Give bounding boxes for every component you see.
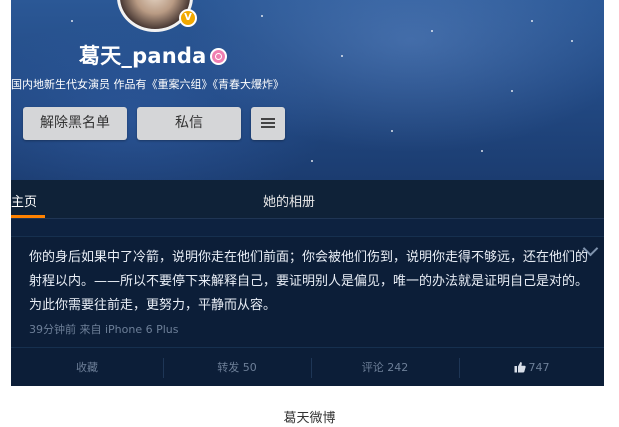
like-count: 747 bbox=[528, 361, 550, 374]
profile-tabs: 主页 她的相册 bbox=[11, 180, 604, 219]
female-icon bbox=[210, 48, 227, 65]
hamburger-menu-icon bbox=[261, 118, 275, 129]
profile-bio: 国内地新生代女演员 作品有《重案六组》《青春大爆炸》 bbox=[11, 78, 284, 91]
message-button[interactable]: 私信 bbox=[137, 107, 241, 140]
weibo-post: 你的身后如果中了冷箭，说明你走在他们前面；你会被他们伤到，说明你走得不够远，还在… bbox=[11, 236, 604, 386]
favorite-button[interactable]: 收藏 bbox=[11, 348, 163, 386]
weibo-screenshot: V 葛天_panda 国内地新生代女演员 作品有《重案六组》《青春大爆炸》 解除… bbox=[11, 0, 604, 386]
profile-name: 葛天_panda bbox=[79, 44, 207, 68]
tab-album[interactable]: 她的相册 bbox=[263, 191, 315, 210]
profile-cover: V 葛天_panda 国内地新生代女演员 作品有《重案六组》《青春大爆炸》 解除… bbox=[11, 0, 604, 180]
repost-button[interactable]: 转发 50 bbox=[163, 348, 311, 386]
unblock-button[interactable]: 解除黑名单 bbox=[23, 107, 127, 140]
post-meta: 39分钟前 来自 iPhone 6 Plus bbox=[29, 323, 179, 336]
like-button[interactable]: 747 bbox=[459, 348, 604, 386]
thumbs-up-icon bbox=[514, 362, 526, 373]
post-text: 你的身后如果中了冷箭，说明你走在他们前面；你会被他们伤到，说明你走得不够远，还在… bbox=[29, 250, 589, 313]
comment-button[interactable]: 评论 242 bbox=[311, 348, 459, 386]
verified-v-icon: V bbox=[179, 9, 197, 27]
post-actions: 收藏 转发 50 评论 242 747 bbox=[11, 347, 604, 386]
more-menu-button[interactable] bbox=[251, 107, 285, 140]
active-tab-indicator bbox=[11, 215, 45, 218]
image-caption: 葛天微博 bbox=[283, 411, 336, 426]
tab-home[interactable]: 主页 bbox=[11, 191, 37, 210]
